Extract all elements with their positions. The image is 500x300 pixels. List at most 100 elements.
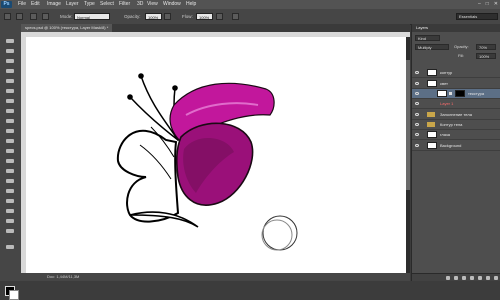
eye-icon[interactable]: [415, 113, 419, 116]
shape-tool-icon[interactable]: [3, 208, 17, 214]
menu-help[interactable]: Help: [186, 1, 196, 8]
quick-mask-icon[interactable]: [3, 244, 17, 250]
layers-panel-footer: [412, 273, 500, 281]
adjustment-layer-icon[interactable]: [470, 275, 474, 280]
menu-window[interactable]: Window: [163, 1, 181, 8]
layer-name: Layer 1: [440, 101, 454, 106]
layer-mask-thumbnail[interactable]: [455, 90, 465, 97]
eraser-tool-icon[interactable]: [3, 138, 17, 144]
pen-tool-icon[interactable]: [3, 178, 17, 184]
blend-mode-select[interactable]: Multiply: [415, 44, 449, 50]
new-group-icon[interactable]: [478, 275, 482, 280]
gradient-tool-icon[interactable]: [3, 148, 17, 154]
menu-file[interactable]: File: [18, 1, 26, 8]
brush-tool-icon[interactable]: [3, 108, 17, 114]
brush-settings-icon[interactable]: [42, 13, 49, 20]
menu-select[interactable]: Select: [100, 1, 114, 8]
layers-panel: Layers Kind Multiply Opacity: 70% Fill: …: [411, 24, 500, 281]
maximize-icon[interactable]: □: [486, 1, 489, 8]
link-layers-icon[interactable]: [446, 275, 450, 280]
new-layer-icon[interactable]: [486, 275, 490, 280]
opacity-field[interactable]: 100%: [145, 13, 162, 20]
fx-icon[interactable]: [454, 275, 458, 280]
mode-select[interactable]: Normal: [74, 13, 110, 20]
layer-row[interactable]: глаза: [412, 130, 500, 140]
type-tool-icon[interactable]: [3, 188, 17, 194]
layer-thumbnail: [427, 80, 437, 87]
menu-view[interactable]: View: [147, 1, 158, 8]
marquee-tool-icon[interactable]: [3, 48, 17, 54]
layer-row[interactable]: контур: [412, 68, 500, 78]
crop-tool-icon[interactable]: [3, 78, 17, 84]
layer-group-row[interactable]: Заполнение тела: [412, 110, 500, 120]
eye-icon[interactable]: [415, 123, 419, 126]
folder-icon: [427, 122, 435, 127]
menu-filter[interactable]: Filter: [119, 1, 130, 8]
layer-fill-field[interactable]: 100%: [476, 53, 496, 59]
layer-opacity-label: Opacity:: [454, 44, 469, 49]
kind-filter-select[interactable]: Kind: [415, 35, 440, 41]
doc-size-status: Doc: 1,44M/11,3M: [47, 274, 80, 279]
path-select-tool-icon[interactable]: [3, 198, 17, 204]
lasso-tool-icon[interactable]: [3, 58, 17, 64]
link-icon[interactable]: [449, 92, 452, 95]
layer-name: Заполнение тела: [440, 112, 472, 117]
trash-icon[interactable]: [494, 275, 498, 280]
brush-panel-icon[interactable]: [30, 13, 37, 20]
scrollbar-thumb[interactable]: [406, 60, 410, 190]
eye-icon[interactable]: [415, 102, 419, 105]
eye-icon[interactable]: [415, 144, 419, 147]
document-tab[interactable]: specs.psd @ 100% (текстура, Layer Mask/8…: [21, 24, 113, 32]
eye-icon[interactable]: [415, 92, 419, 95]
layer-name: глаза: [440, 132, 450, 137]
flow-field[interactable]: 100%: [196, 13, 213, 20]
eye-icon[interactable]: [415, 71, 419, 74]
flow-label: Flow:: [182, 14, 193, 19]
layer-thumbnail: [427, 142, 437, 149]
workspace-select[interactable]: Essentials: [456, 13, 498, 20]
menu-3d[interactable]: 3D: [137, 1, 143, 8]
hand-tool-icon[interactable]: [3, 218, 17, 224]
background-color-swatch[interactable]: [9, 290, 19, 300]
menu-layer[interactable]: Layer: [66, 1, 79, 8]
add-mask-icon[interactable]: [462, 275, 466, 280]
healing-tool-icon[interactable]: [3, 98, 17, 104]
canvas[interactable]: [26, 37, 406, 273]
close-icon[interactable]: ✕: [494, 1, 498, 8]
layer-row-selected[interactable]: текстура: [412, 89, 500, 99]
layer-thumbnail: [427, 131, 437, 138]
eyedropper-tool-icon[interactable]: [3, 88, 17, 94]
pressure-opacity-icon[interactable]: [164, 13, 171, 20]
layer-row[interactable]: Layer 1: [412, 99, 500, 109]
quick-select-tool-icon[interactable]: [3, 68, 17, 74]
layer-group-row[interactable]: Контур тела: [412, 120, 500, 130]
menu-type[interactable]: Type: [84, 1, 95, 8]
history-brush-tool-icon[interactable]: [3, 128, 17, 134]
pressure-size-icon[interactable]: [232, 13, 239, 20]
eye-icon[interactable]: [415, 133, 419, 136]
layer-row[interactable]: Background: [412, 141, 500, 151]
clone-stamp-tool-icon[interactable]: [3, 118, 17, 124]
layer-thumbnail: [427, 69, 437, 76]
layers-tab[interactable]: Layers: [416, 24, 428, 32]
layer-fill-label: Fill:: [458, 53, 465, 58]
folder-icon: [427, 112, 435, 117]
dodge-tool-icon[interactable]: [3, 168, 17, 174]
minimize-icon[interactable]: –: [478, 1, 481, 8]
drawing: [116, 73, 298, 251]
options-bar: Mode: Normal Opacity: 100% Flow: 100% Es…: [0, 9, 500, 25]
layer-opacity-field[interactable]: 70%: [476, 44, 496, 50]
zoom-tool-icon[interactable]: [3, 228, 17, 234]
blur-tool-icon[interactable]: [3, 158, 17, 164]
photoshop-logo: Ps: [1, 1, 12, 8]
brush-size-icon[interactable]: [16, 13, 23, 20]
layer-name: свет: [440, 81, 449, 86]
menu-image[interactable]: Image: [47, 1, 61, 8]
menu-edit[interactable]: Edit: [31, 1, 40, 8]
eye-icon[interactable]: [415, 82, 419, 85]
move-tool-icon[interactable]: [3, 38, 17, 44]
airbrush-icon[interactable]: [216, 13, 223, 20]
layer-row[interactable]: свет: [412, 79, 500, 89]
brush-preset-icon[interactable]: [4, 13, 11, 20]
status-bar: Doc: 1,44M/11,3M: [21, 273, 410, 281]
